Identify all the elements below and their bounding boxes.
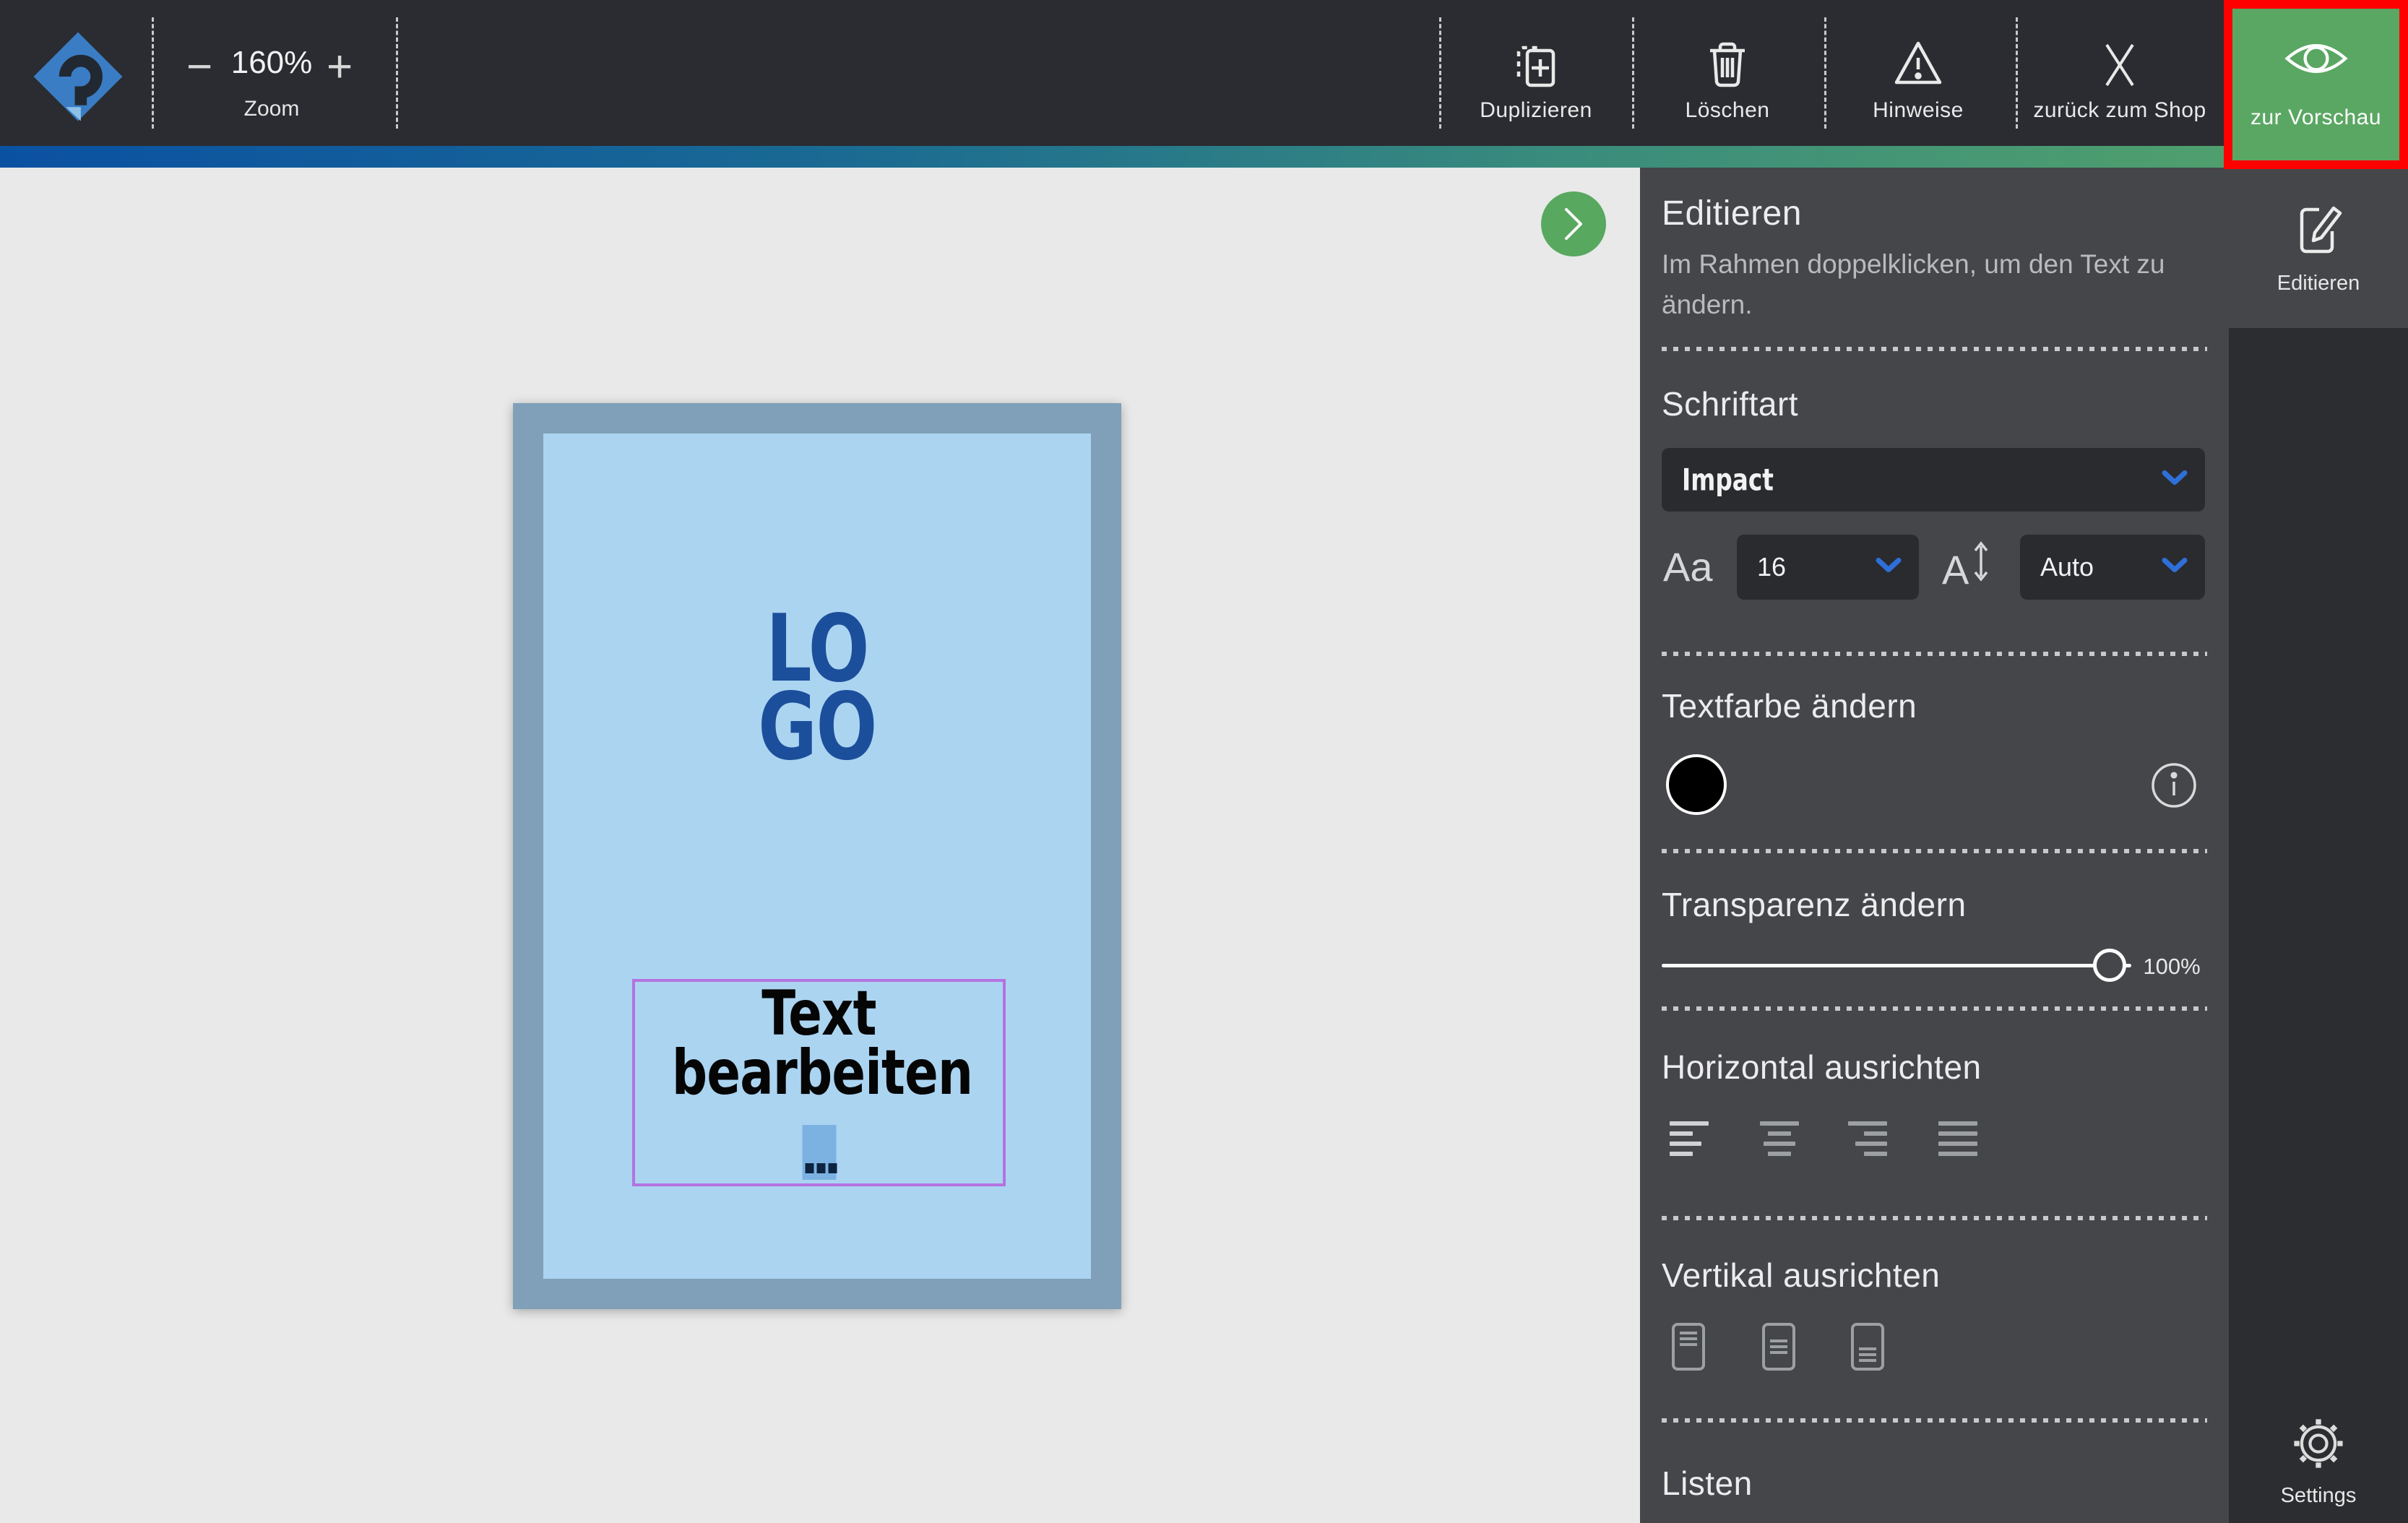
font-size-icon: Aa bbox=[1663, 543, 1713, 590]
text-overflow-marker-icon bbox=[802, 1125, 836, 1180]
accent-gradient-bar bbox=[0, 146, 2408, 168]
chevron-down-icon bbox=[2162, 558, 2188, 577]
settings-label: Settings bbox=[2229, 1484, 2408, 1508]
zoom-value: 160% bbox=[214, 45, 329, 81]
back-to-shop-button[interactable]: zurück zum Shop bbox=[2016, 0, 2224, 146]
valign-middle-icon[interactable] bbox=[1761, 1322, 1796, 1375]
font-family-select[interactable]: Impact bbox=[1662, 448, 2205, 512]
design-page: LO GO Text bearbeiten bbox=[513, 403, 1121, 1309]
duplicate-icon bbox=[1507, 35, 1565, 96]
toolbar-separator bbox=[152, 17, 154, 129]
lists-section-label: Listen bbox=[1662, 1464, 1753, 1503]
section-divider bbox=[1662, 1216, 2207, 1220]
printformer-editor: − 160% + Zoom Duplizieren bbox=[0, 0, 2408, 1523]
hints-label: Hinweise bbox=[1873, 98, 1964, 123]
preview-label: zur Vorschau bbox=[2251, 105, 2381, 130]
printformer-logo-icon bbox=[32, 30, 124, 123]
section-divider bbox=[1662, 652, 2207, 656]
sidebar-title: Editieren bbox=[1662, 194, 1802, 233]
warning-icon bbox=[1889, 35, 1947, 96]
text-color-section-label: Textfarbe ändern bbox=[1662, 686, 1917, 725]
toolbar: − 160% + Zoom Duplizieren bbox=[0, 0, 2408, 146]
edit-tab[interactable]: Editieren bbox=[2229, 168, 2408, 328]
edit-pencil-icon bbox=[2290, 198, 2347, 261]
font-size-select[interactable]: 16 bbox=[1737, 535, 1919, 600]
transparency-section-label: Transparenz ändern bbox=[1662, 885, 1967, 924]
editable-text-line: bearbeiten bbox=[672, 1044, 966, 1103]
eye-icon bbox=[2282, 36, 2351, 85]
zoom-in-button[interactable]: + bbox=[327, 45, 353, 90]
sidebar-subtitle: Im Rahmen doppelklicken, um den Text zu … bbox=[1662, 244, 2167, 324]
section-divider bbox=[1662, 1006, 2207, 1011]
sidebar-collapse-button[interactable] bbox=[1541, 191, 1606, 256]
align-justify-icon[interactable] bbox=[1938, 1121, 1977, 1156]
design-canvas: LO GO Text bearbeiten bbox=[0, 168, 1640, 1523]
line-height-select[interactable]: Auto bbox=[2020, 535, 2205, 600]
gear-icon bbox=[2288, 1413, 2349, 1477]
logo-text-line: GO bbox=[580, 689, 1055, 767]
horizontal-align-section-label: Horizontal ausrichten bbox=[1662, 1048, 1982, 1087]
right-tab-strip: Editieren Settings bbox=[2229, 168, 2408, 1523]
duplicate-button[interactable]: Duplizieren bbox=[1442, 0, 1630, 146]
chevron-down-icon bbox=[2162, 470, 2188, 490]
duplicate-label: Duplizieren bbox=[1480, 98, 1592, 123]
logo-text-frame[interactable]: LO GO bbox=[580, 611, 1055, 766]
zoom-label: Zoom bbox=[163, 97, 380, 121]
edit-sidebar: Editieren Im Rahmen doppelklicken, um de… bbox=[1640, 168, 2229, 1523]
delete-button[interactable]: Löschen bbox=[1634, 0, 1821, 146]
transparency-slider-handle[interactable] bbox=[2093, 949, 2126, 982]
font-size-value: 16 bbox=[1757, 552, 1786, 582]
hints-button[interactable]: Hinweise bbox=[1824, 0, 2012, 146]
trash-icon bbox=[1699, 35, 1756, 96]
text-color-swatch[interactable] bbox=[1666, 754, 1727, 815]
align-center-icon[interactable] bbox=[1760, 1121, 1799, 1156]
edit-tab-label: Editieren bbox=[2229, 272, 2408, 295]
valign-bottom-icon[interactable] bbox=[1850, 1322, 1885, 1375]
chevron-right-icon bbox=[1561, 205, 1587, 243]
font-family-value: Impact bbox=[1682, 462, 1774, 498]
editable-text-line: Text bbox=[672, 985, 966, 1044]
selected-text-frame[interactable]: Text bearbeiten bbox=[632, 979, 1006, 1186]
vertical-align-section-label: Vertikal ausrichten bbox=[1662, 1256, 1940, 1295]
line-height-icon: A bbox=[1942, 539, 1990, 593]
preview-button[interactable]: zur Vorschau bbox=[2232, 7, 2399, 160]
transparency-value: 100% bbox=[2136, 954, 2208, 980]
close-icon bbox=[2091, 35, 2149, 96]
settings-button[interactable]: Settings bbox=[2229, 1403, 2408, 1523]
editable-text: Text bearbeiten bbox=[672, 985, 966, 1103]
valign-top-icon[interactable] bbox=[1671, 1322, 1706, 1375]
font-section-label: Schriftart bbox=[1662, 384, 1798, 423]
toolbar-separator bbox=[396, 17, 398, 129]
zoom-out-button[interactable]: − bbox=[186, 45, 212, 90]
toolbar-separator bbox=[1439, 17, 1441, 129]
align-left-icon[interactable] bbox=[1670, 1121, 1709, 1156]
delete-label: Löschen bbox=[1686, 98, 1770, 123]
section-divider bbox=[1662, 1418, 2207, 1423]
line-height-value: Auto bbox=[2040, 552, 2094, 582]
align-right-icon[interactable] bbox=[1848, 1121, 1887, 1156]
section-divider bbox=[1662, 849, 2207, 853]
info-icon[interactable] bbox=[2150, 762, 2198, 813]
section-divider bbox=[1662, 347, 2207, 351]
back-to-shop-label: zurück zum Shop bbox=[2033, 98, 2206, 123]
transparency-slider-track[interactable] bbox=[1662, 964, 2131, 967]
chevron-down-icon bbox=[1876, 558, 1902, 577]
